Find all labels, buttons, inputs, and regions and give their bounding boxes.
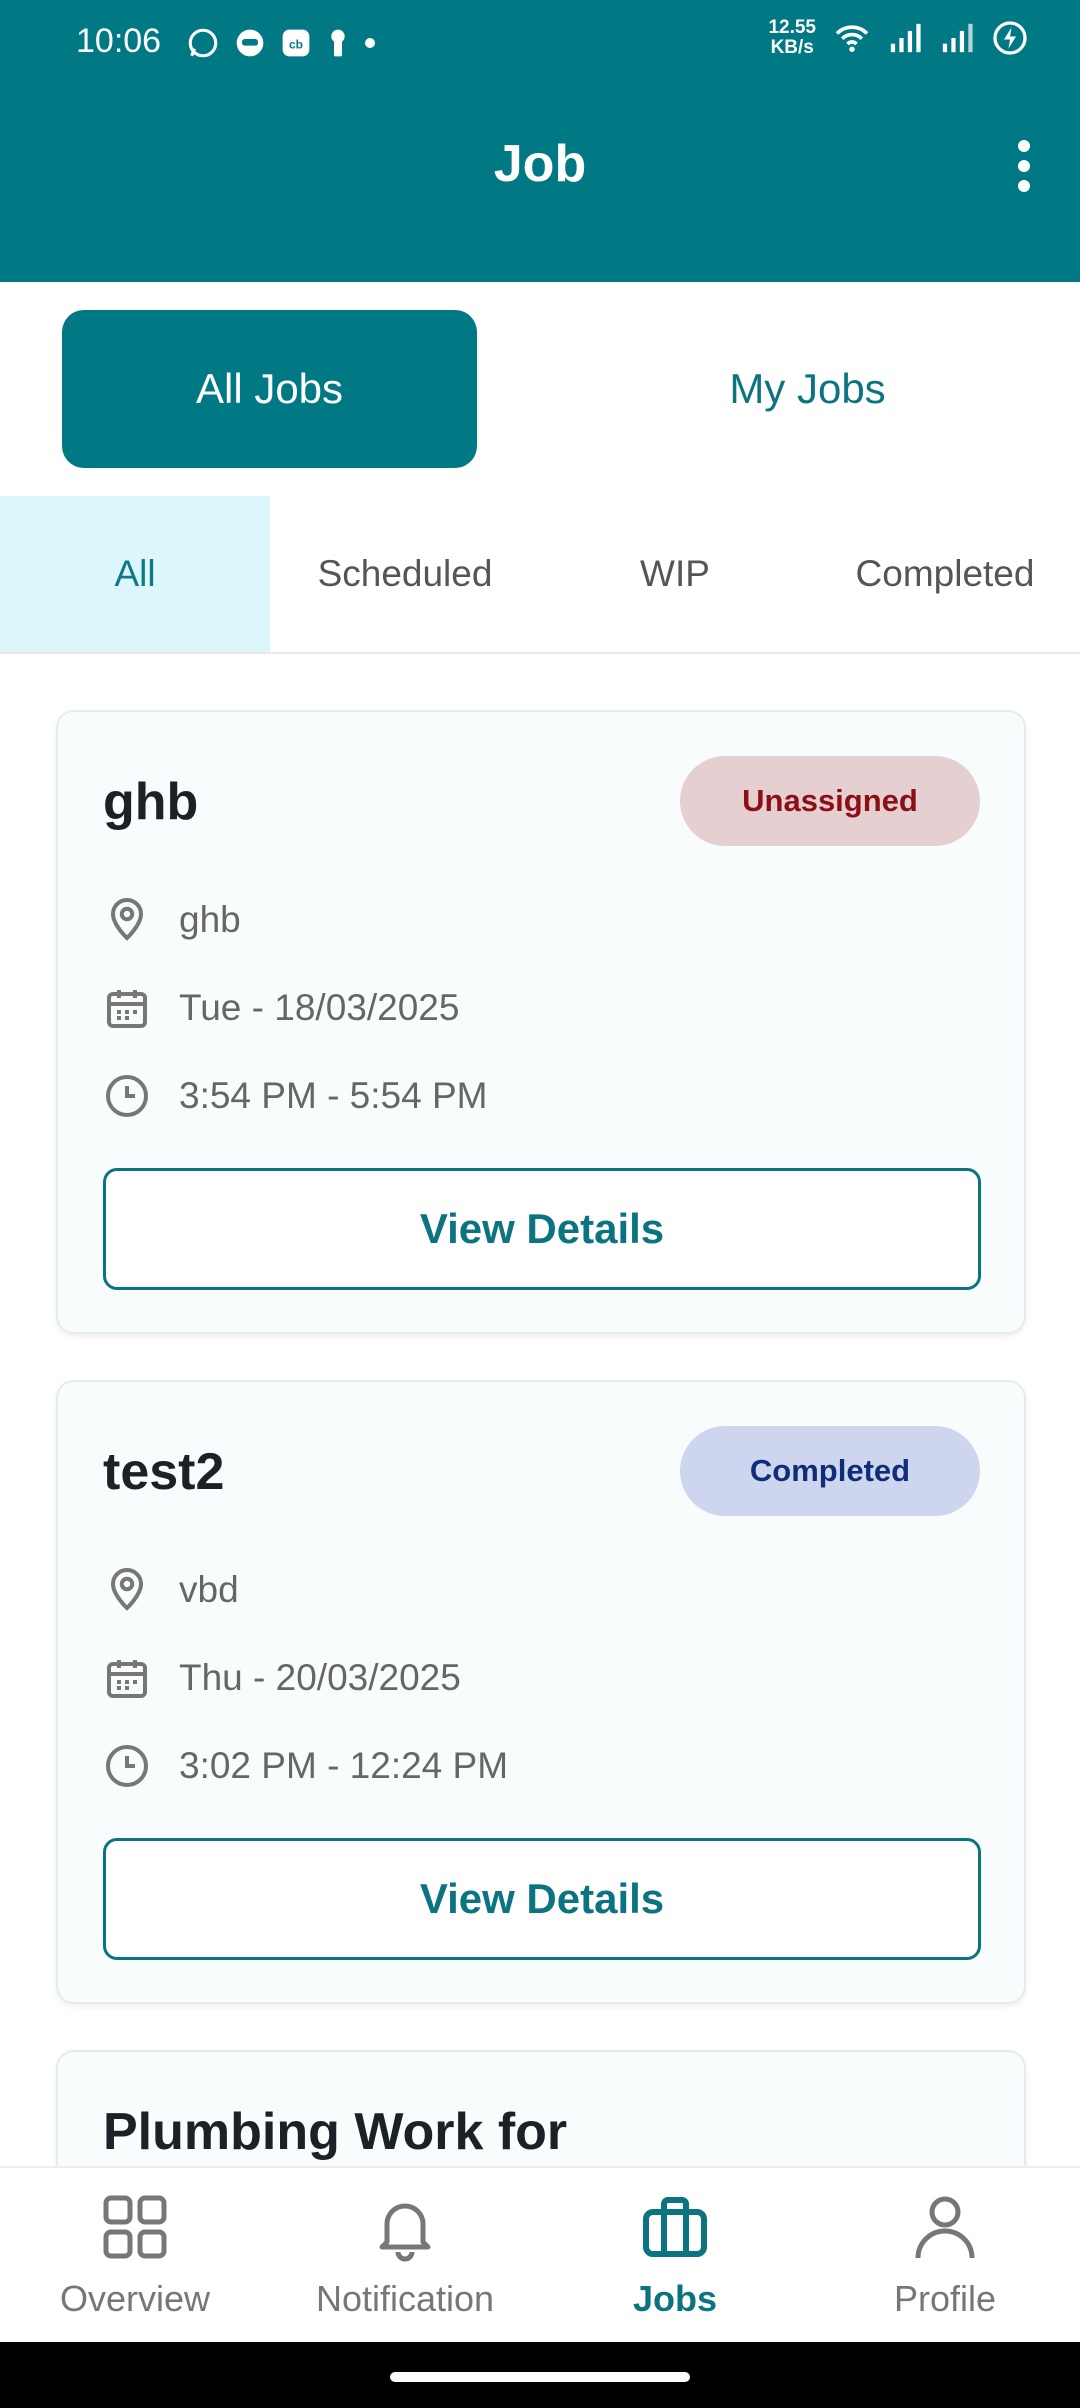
- signal-icon: [890, 23, 921, 53]
- calendar-icon: [107, 990, 147, 1028]
- job-location-row: vbd: [103, 1566, 239, 1614]
- job-card: test2 Completed vbd Thu - 20/03/2025 3:0…: [56, 1380, 1026, 2004]
- job-title: ghb: [103, 773, 199, 831]
- page-title: Job: [493, 135, 587, 193]
- job-location: vbd: [179, 1569, 239, 1610]
- job-time-row: 3:02 PM - 12:24 PM: [103, 1742, 508, 1790]
- my-jobs-button[interactable]: My Jobs: [600, 310, 1015, 468]
- clock-icon: [106, 1745, 148, 1787]
- job-date: Tue - 18/03/2025: [179, 987, 460, 1028]
- tab-wip[interactable]: WIP: [540, 496, 810, 652]
- signal-icon-2: [942, 23, 973, 53]
- location-pin-icon: [110, 1568, 144, 1611]
- nav-overview[interactable]: Overview: [0, 2168, 270, 2344]
- job-location: ghb: [179, 899, 241, 940]
- app-bar: Job: [0, 90, 1080, 282]
- whatsapp-icon: [188, 28, 218, 58]
- notification-icons: cb: [186, 26, 376, 60]
- app-notification-icon: [236, 29, 264, 57]
- nav-label: Jobs: [632, 2278, 718, 2319]
- job-time-row: 3:54 PM - 5:54 PM: [103, 1072, 487, 1120]
- tab-scheduled[interactable]: Scheduled: [270, 496, 540, 652]
- clock-icon: [106, 1075, 148, 1117]
- cb-app-icon: cb: [282, 29, 310, 57]
- nav-label: Profile: [893, 2278, 997, 2319]
- system-icons: 12.55 KB/s: [768, 18, 1028, 58]
- wifi-icon: [835, 25, 869, 52]
- nav-label: Overview: [59, 2278, 211, 2319]
- svg-text:cb: cb: [289, 37, 303, 51]
- job-title: test2: [103, 1443, 225, 1501]
- bottom-navigation: Overview Notification Jobs Profile: [0, 2166, 1080, 2344]
- job-title: Plumbing Work for: [103, 2103, 568, 2161]
- job-time: 3:54 PM - 5:54 PM: [179, 1075, 488, 1116]
- location-pin-icon: [110, 898, 144, 941]
- person-icon: [915, 2196, 975, 2259]
- job-date: Thu - 20/03/2025: [179, 1657, 461, 1698]
- briefcase-icon: [643, 2197, 707, 2257]
- job-time: 3:02 PM - 12:24 PM: [179, 1745, 509, 1786]
- nav-notification[interactable]: Notification: [270, 2168, 540, 2344]
- more-options-button[interactable]: [994, 130, 1054, 210]
- job-date-row: Tue - 18/03/2025: [103, 984, 459, 1032]
- network-speed: 12.55 KB/s: [768, 17, 816, 58]
- status-time: 10:06: [76, 22, 162, 60]
- dot-icon: [365, 38, 375, 48]
- status-badge: Unassigned: [680, 756, 980, 846]
- grid-icon: [103, 2195, 167, 2259]
- gesture-bar: [0, 2342, 1080, 2408]
- filter-tabs: All Scheduled WIP Completed: [0, 496, 1080, 654]
- bell-icon: [379, 2203, 431, 2262]
- calendar-icon: [107, 1660, 147, 1698]
- status-badge: Completed: [680, 1426, 980, 1516]
- job-card: ghb Unassigned ghb Tue - 18/03/2025 3:54…: [56, 710, 1026, 1334]
- job-date-row: Thu - 20/03/2025: [103, 1654, 461, 1702]
- nav-label: Notification: [315, 2278, 495, 2319]
- keyhole-icon: [331, 29, 345, 57]
- tab-all[interactable]: All: [0, 496, 270, 652]
- battery-charging-icon: [993, 21, 1027, 55]
- tab-completed[interactable]: Completed: [810, 496, 1080, 652]
- all-jobs-button[interactable]: All Jobs: [62, 310, 477, 468]
- view-details-button[interactable]: View Details: [103, 1168, 981, 1290]
- status-bar: 10:06 cb 12.55 KB/s: [0, 0, 1080, 90]
- nav-profile[interactable]: Profile: [810, 2168, 1080, 2344]
- job-location-row: ghb: [103, 896, 241, 944]
- view-details-button[interactable]: View Details: [103, 1838, 981, 1960]
- more-vertical-icon: [1018, 140, 1030, 192]
- home-indicator[interactable]: [390, 2372, 690, 2382]
- nav-jobs[interactable]: Jobs: [540, 2168, 810, 2344]
